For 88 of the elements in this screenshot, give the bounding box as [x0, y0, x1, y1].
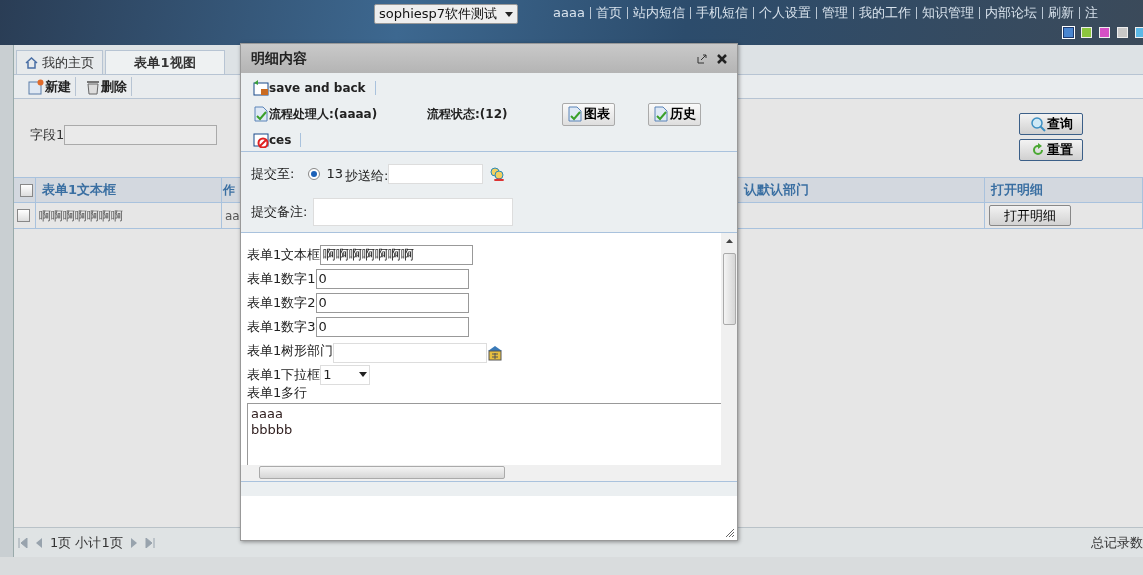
- input-field[interactable]: 0: [315, 268, 469, 289]
- radio-button[interactable]: [308, 167, 321, 180]
- dialog-title: 明细内容: [251, 49, 308, 68]
- field-label: 表单1下拉框: [247, 366, 321, 384]
- total-records: 总记录数: [1091, 533, 1143, 552]
- nav-link[interactable]: 首页: [590, 3, 627, 23]
- previous-page-icon: [36, 537, 42, 548]
- input-field[interactable]: 0: [315, 316, 469, 337]
- nav-link[interactable]: 内部论坛: [979, 3, 1042, 23]
- input-field[interactable]: 0: [315, 292, 469, 313]
- first-page-icon: [18, 537, 28, 548]
- separator-icon: [815, 6, 817, 19]
- dropdown-field[interactable]: 1: [320, 364, 371, 385]
- field-label: 表单1树形部门: [247, 342, 334, 360]
- last-page-icon: [144, 537, 155, 548]
- tab[interactable]: 表单1视图: [105, 50, 225, 74]
- caret-icon: [359, 372, 368, 377]
- separator-icon: [915, 6, 917, 19]
- input-field[interactable]: [64, 125, 218, 145]
- field-label: 表单1数字2: [247, 294, 316, 312]
- nav-link[interactable]: 管理: [816, 3, 853, 23]
- column-header[interactable]: 认默认部门: [738, 178, 985, 203]
- save-and-back-button[interactable]: save and back: [253, 79, 366, 97]
- field-label: 表单1数字3: [247, 318, 316, 336]
- reset-button[interactable]: 重置: [1019, 139, 1083, 161]
- separator-icon: [978, 6, 980, 19]
- nav-link[interactable]: 知识管理: [916, 3, 979, 23]
- new-document-icon: [28, 78, 44, 95]
- field-label: 提交备注:: [251, 202, 308, 221]
- table-cell-text: 啊啊啊啊啊啊啊: [39, 207, 123, 225]
- separator-icon: [752, 6, 754, 19]
- nav-link[interactable]: 手机短信: [690, 3, 753, 23]
- handler-label: 流程处理人:(aaaa): [269, 106, 379, 123]
- vertical-scrollbar[interactable]: [721, 232, 737, 465]
- field-label: 抄送给:: [344, 167, 389, 185]
- radio-label: 13: [326, 165, 343, 183]
- close-icon: [717, 53, 727, 64]
- resize-grip-icon: [725, 528, 735, 538]
- history-button[interactable]: 历史: [648, 102, 701, 126]
- document-check-icon: [653, 106, 669, 122]
- field-label: 表单1多行: [247, 384, 308, 402]
- column-header[interactable]: 打开明细: [985, 178, 1143, 203]
- field-label: 表单1数字1: [247, 270, 316, 288]
- separator-icon: [1078, 6, 1080, 19]
- select-all-checkbox[interactable]: [20, 183, 33, 197]
- nav-link[interactable]: 我的工作: [853, 3, 916, 23]
- site-select[interactable]: sophiesp7软件测试: [374, 4, 519, 24]
- field-label: 字段1: [30, 126, 65, 145]
- dropdown-caret-icon: [505, 11, 514, 17]
- theme-swatch[interactable]: [1063, 27, 1074, 38]
- horizontal-scrollbar[interactable]: [241, 464, 721, 481]
- nav-link[interactable]: aaaa: [548, 3, 590, 23]
- row-checkbox[interactable]: [17, 209, 30, 222]
- home-icon: [25, 56, 38, 69]
- ces-button[interactable]: ces: [253, 131, 292, 149]
- field-label: 表单1文本框: [247, 246, 321, 264]
- document-check-icon: [567, 106, 583, 122]
- separator-icon: [1041, 6, 1043, 19]
- page-info: 1页 小计1页: [50, 533, 123, 552]
- table-cell-text: aa: [225, 207, 240, 225]
- separator-icon: [626, 6, 628, 19]
- status-label: 流程状态:(12): [427, 106, 509, 123]
- save-icon: [253, 80, 269, 96]
- open-detail-button[interactable]: 打开明细: [989, 205, 1071, 226]
- nav-link[interactable]: 注: [1079, 3, 1103, 23]
- users-icon: [489, 166, 506, 181]
- chart-button[interactable]: 图表: [562, 102, 615, 126]
- scroll-up-icon: [725, 238, 733, 243]
- input-field[interactable]: 啊啊啊啊啊啊啊: [320, 244, 474, 265]
- tab[interactable]: 我的主页: [16, 50, 103, 74]
- column-header[interactable]: 表单1文本框: [36, 178, 222, 203]
- building-icon: [487, 344, 504, 361]
- new-button[interactable]: 新建: [24, 76, 76, 97]
- next-page-icon: [130, 537, 137, 548]
- nav-link[interactable]: 个人设置: [753, 3, 816, 23]
- field-label: 提交至:: [251, 165, 295, 183]
- separator-icon: [852, 6, 854, 19]
- trash-icon: [86, 78, 100, 95]
- search-icon: [1029, 116, 1046, 132]
- nav-link[interactable]: 刷新: [1042, 3, 1079, 23]
- search-button[interactable]: 查询: [1019, 113, 1083, 135]
- cancel-icon: [253, 132, 269, 148]
- nav-link[interactable]: 站内短信: [627, 3, 690, 23]
- separator-icon: [689, 6, 691, 19]
- popout-icon: [697, 53, 707, 64]
- delete-button[interactable]: 删除: [82, 76, 132, 97]
- document-check-icon: [253, 106, 269, 122]
- separator-icon: [589, 6, 591, 19]
